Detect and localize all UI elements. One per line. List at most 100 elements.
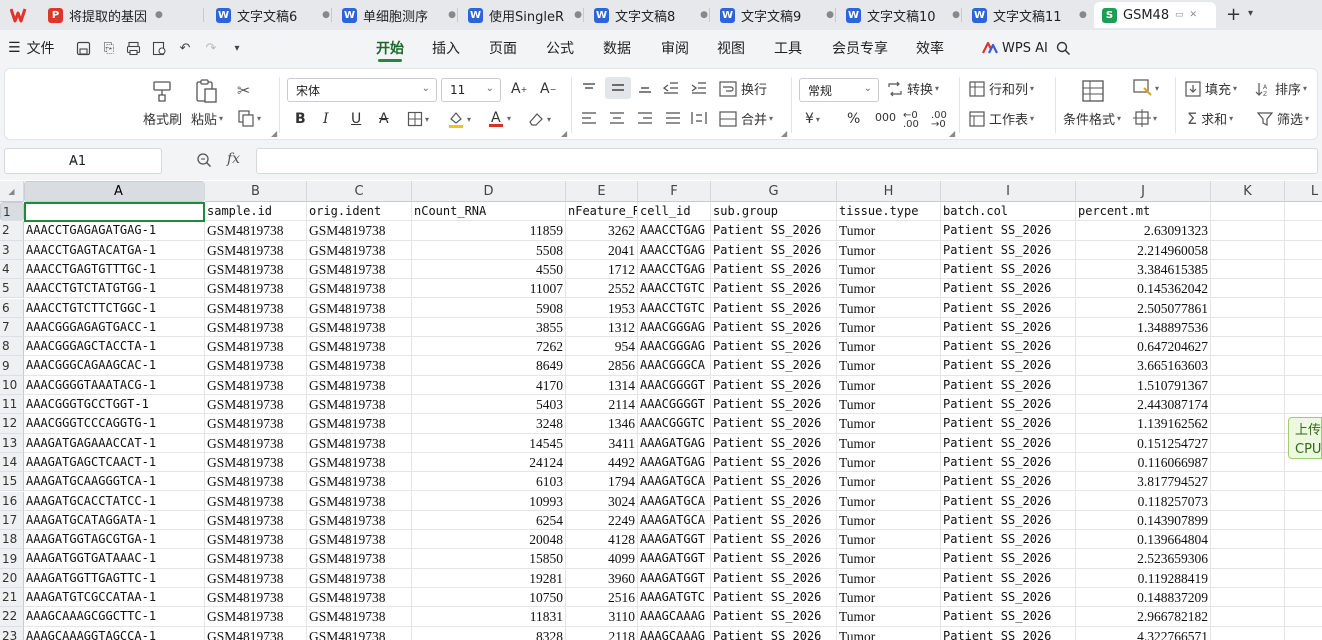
row-header[interactable]: 10 [0, 375, 24, 395]
column-header-b[interactable]: B [205, 181, 307, 202]
table-cell[interactable] [1211, 259, 1285, 280]
select-all-corner[interactable]: ◢ [0, 181, 24, 202]
table-cell[interactable]: 1.139162562 [1076, 414, 1211, 434]
decrease-decimal-icon[interactable]: .00 →0 [931, 111, 947, 130]
table-cell[interactable]: GSM4819738 [307, 395, 412, 415]
table-cell[interactable]: AAACCTGAG [638, 259, 711, 280]
table-cell[interactable]: Patient SS_2026 [711, 279, 837, 299]
freeze-icon[interactable]: ▾ [1133, 109, 1157, 127]
table-cell[interactable]: 19281 [412, 568, 566, 588]
table-cell[interactable] [1285, 627, 1322, 640]
table-cell[interactable]: AAACGGGGTAAATACG-1 [24, 375, 205, 395]
table-cell[interactable]: Patient SS_2026 [711, 395, 837, 415]
table-cell[interactable]: Tumor [837, 491, 941, 511]
table-cell[interactable]: Patient SS_2026 [941, 549, 1076, 569]
table-cell[interactable]: Patient SS_2026 [711, 626, 837, 640]
table-cell[interactable]: 2.214960058 [1076, 240, 1211, 260]
document-tab[interactable]: W 文字文稿9 ● [712, 2, 834, 28]
table-cell[interactable]: GSM4819738 [307, 221, 412, 241]
align-middle-icon[interactable] [605, 77, 631, 99]
table-cell[interactable]: Tumor [837, 414, 941, 434]
table-cell[interactable]: GSM4819738 [307, 279, 412, 299]
wps-logo[interactable] [0, 0, 40, 30]
table-cell[interactable] [1211, 588, 1285, 608]
table-cell[interactable] [1285, 395, 1322, 415]
header-cell[interactable]: sample.id [205, 202, 307, 222]
table-cell[interactable]: Patient SS_2026 [711, 607, 837, 627]
table-cell[interactable]: 11859 [412, 221, 566, 241]
table-cell[interactable]: Patient SS_2026 [941, 375, 1076, 395]
table-cell[interactable] [1211, 317, 1285, 338]
table-cell[interactable]: 0.118257073 [1076, 491, 1211, 511]
close-tab-icon[interactable]: ● [1079, 10, 1087, 20]
table-cell[interactable]: 2114 [566, 395, 638, 415]
row-header[interactable]: 2 [0, 221, 24, 241]
close-tab-icon[interactable]: ✕ [1190, 10, 1198, 20]
row-header[interactable]: 9 [0, 356, 24, 376]
table-cell[interactable]: Patient SS_2026 [941, 452, 1076, 473]
table-cell[interactable]: AAAGCAAAG [638, 626, 711, 640]
table-cell[interactable]: 8328 [412, 626, 566, 640]
table-cell[interactable]: AAAGATGGTAGCGTGA-1 [24, 530, 205, 550]
table-cell[interactable]: 11007 [412, 279, 566, 299]
table-cell[interactable]: 4550 [412, 259, 566, 280]
table-cell[interactable]: GSM4819738 [307, 259, 412, 280]
justify-icon[interactable] [665, 111, 681, 125]
italic-icon[interactable]: I [323, 111, 329, 127]
rows-cols-button[interactable]: 行和列 ▾ [969, 79, 1034, 98]
table-cell[interactable]: Patient SS_2026 [711, 452, 837, 473]
number-format-select[interactable]: 常规 ⌄ [799, 78, 879, 102]
header-cell[interactable] [1211, 202, 1285, 222]
font-color-icon[interactable]: A ▾ [487, 109, 511, 128]
table-cell[interactable]: Tumor [837, 452, 941, 473]
table-cell[interactable]: Patient SS_2026 [941, 472, 1076, 492]
table-cell[interactable]: Patient SS_2026 [711, 568, 837, 588]
table-cell[interactable]: AAAGCAAAGCGGCTTC-1 [24, 607, 205, 627]
paste-button[interactable]: 粘贴 ▾ [191, 109, 223, 128]
decrease-indent-icon[interactable] [663, 81, 679, 95]
table-cell[interactable]: 8649 [412, 356, 566, 376]
sum-button[interactable]: Σ 求和 ▾ [1187, 109, 1233, 128]
table-cell[interactable]: Tumor [837, 337, 941, 357]
table-cell[interactable]: 1.348897536 [1076, 317, 1211, 338]
paste-icon[interactable] [195, 78, 219, 104]
table-cell[interactable]: 1346 [566, 414, 638, 434]
table-cell[interactable]: GSM4819738 [205, 240, 307, 260]
table-cell[interactable]: Patient SS_2026 [711, 356, 837, 376]
table-cell[interactable]: AAACCTGTC [638, 298, 711, 318]
table-cell[interactable]: 7262 [412, 337, 566, 357]
print-preview-icon[interactable] [150, 39, 168, 57]
align-bottom-icon[interactable] [637, 81, 653, 95]
wps-ai-button[interactable]: WPS AI [982, 30, 1048, 66]
table-cell[interactable] [1285, 530, 1322, 550]
table-cell[interactable]: Tumor [837, 530, 941, 550]
table-cell[interactable] [1285, 221, 1322, 241]
table-cell[interactable] [1211, 510, 1285, 531]
table-cell[interactable]: AAAGCAAAG [638, 607, 711, 627]
table-cell[interactable]: AAAGATGCAAGGGTCA-1 [24, 472, 205, 492]
table-cell[interactable]: Tumor [837, 607, 941, 627]
row-header[interactable]: 22 [0, 607, 24, 627]
name-box[interactable]: A1 ⌄ [4, 148, 162, 174]
row-header[interactable]: 4 [0, 259, 24, 280]
underline-icon[interactable]: U [351, 111, 361, 127]
border-icon[interactable]: ▾ [407, 111, 429, 127]
table-cell[interactable]: 1712 [566, 259, 638, 280]
table-cell[interactable] [1285, 356, 1322, 376]
table-cell[interactable]: AAAGATGCACCTATCC-1 [24, 491, 205, 511]
table-cell[interactable]: Patient SS_2026 [711, 530, 837, 550]
table-cell[interactable]: Tumor [837, 510, 941, 531]
table-cell[interactable]: Tumor [837, 433, 941, 453]
table-cell[interactable]: Patient SS_2026 [941, 221, 1076, 241]
table-cell[interactable]: 5908 [412, 298, 566, 318]
table-cell[interactable]: 2552 [566, 279, 638, 299]
table-cell[interactable]: Patient SS_2026 [941, 298, 1076, 318]
table-cell[interactable]: 11831 [412, 607, 566, 627]
row-header[interactable]: 19 [0, 549, 24, 569]
row-header[interactable]: 5 [0, 279, 24, 299]
table-cell[interactable]: 3411 [566, 433, 638, 453]
table-cell[interactable]: 0.148837209 [1076, 588, 1211, 608]
table-cell[interactable]: Patient SS_2026 [941, 626, 1076, 640]
number-launcher-icon[interactable]: ◢ [949, 129, 955, 138]
fill-color-icon[interactable]: ▾ [447, 110, 471, 128]
